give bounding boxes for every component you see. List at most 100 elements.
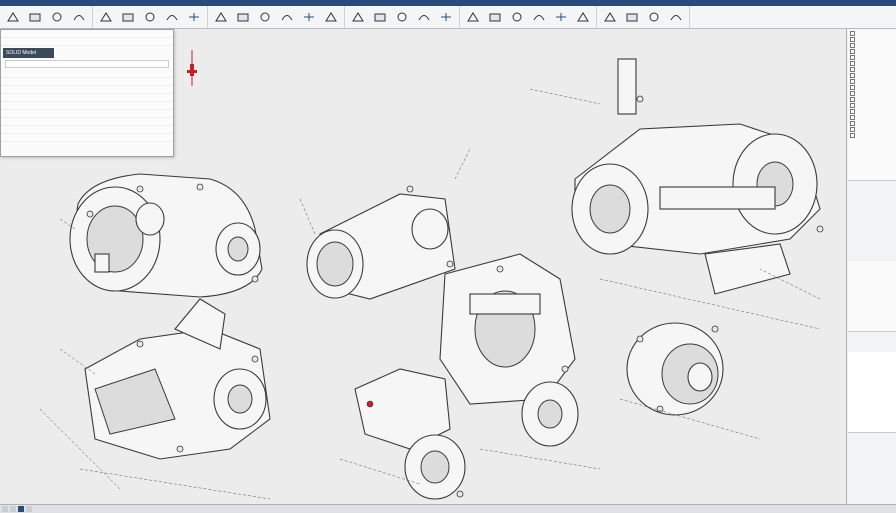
feature-list	[848, 30, 896, 181]
panel-input[interactable]	[5, 60, 169, 68]
export-button[interactable]	[643, 6, 665, 28]
revolve-button[interactable]	[46, 6, 68, 28]
assembly-icon	[352, 12, 364, 22]
explode-button[interactable]	[391, 6, 413, 28]
annotation-button[interactable]	[506, 6, 528, 28]
shell-button[interactable]	[139, 6, 161, 28]
mirror-button[interactable]	[183, 6, 205, 28]
toolbar-group	[345, 6, 460, 28]
panel-row[interactable]	[1, 102, 173, 110]
render-icon	[533, 15, 545, 21]
draft-button[interactable]	[254, 6, 276, 28]
zoom-button[interactable]	[572, 6, 594, 28]
shell-icon	[145, 12, 155, 22]
pattern-button[interactable]	[161, 6, 183, 28]
explode-icon	[397, 12, 407, 22]
view-icon	[556, 13, 566, 21]
options-icon	[670, 15, 682, 21]
rib-icon	[237, 13, 249, 22]
feature-row[interactable]	[848, 132, 896, 138]
extrude-icon	[29, 13, 41, 22]
chamfer-button[interactable]	[117, 6, 139, 28]
annotation-icon	[512, 12, 522, 22]
drawing-button[interactable]	[462, 6, 484, 28]
axis-button[interactable]	[298, 6, 320, 28]
dimension-button[interactable]	[484, 6, 506, 28]
point-button[interactable]	[320, 6, 342, 28]
panel-row[interactable]	[1, 38, 173, 46]
panel-row[interactable]	[1, 118, 173, 126]
toolbar-group	[0, 6, 93, 28]
measure-button[interactable]	[435, 6, 457, 28]
dimension-icon	[489, 13, 501, 22]
panel-row[interactable]	[1, 126, 173, 134]
export-icon	[649, 12, 659, 22]
property-panel: SOLID Model	[0, 29, 174, 157]
motor-cylinder[interactable]	[306, 185, 456, 300]
gearbox-assembly-right[interactable]	[571, 58, 824, 295]
point-icon	[325, 12, 337, 22]
draft-icon	[260, 12, 270, 22]
measure-icon	[441, 13, 451, 21]
feature-tree-panel	[846, 29, 896, 504]
drag-handle-icon[interactable]	[187, 50, 197, 95]
sweep-button[interactable]	[68, 6, 90, 28]
layout-tab[interactable]	[26, 506, 32, 512]
simulation-button[interactable]	[621, 6, 643, 28]
notes-section	[848, 352, 896, 433]
plane-button[interactable]	[276, 6, 298, 28]
fillet-button[interactable]	[95, 6, 117, 28]
active-tab[interactable]	[18, 506, 24, 512]
center-frame[interactable]	[439, 253, 579, 447]
plane-icon	[281, 15, 293, 21]
flange-right[interactable]	[626, 322, 724, 416]
extrude-button[interactable]	[24, 6, 46, 28]
panel-row[interactable]	[1, 30, 173, 38]
axis-icon	[304, 13, 314, 21]
mounting-block-left[interactable]	[84, 298, 271, 460]
section-icon	[418, 15, 430, 21]
revolve-icon	[52, 12, 62, 22]
model-tab[interactable]	[2, 506, 8, 512]
hole-button[interactable]	[210, 6, 232, 28]
panel-row[interactable]	[1, 70, 173, 78]
chamfer-icon	[122, 13, 134, 22]
assembly-button[interactable]	[347, 6, 369, 28]
motion-icon	[604, 12, 616, 22]
motion-button[interactable]	[599, 6, 621, 28]
pattern-icon	[166, 15, 178, 21]
property-row[interactable]	[848, 279, 896, 285]
view-button[interactable]	[550, 6, 572, 28]
ribbon-toolbar	[0, 6, 896, 29]
bracket-and-gear[interactable]	[354, 368, 466, 500]
sketch-button[interactable]	[2, 6, 24, 28]
simulation-icon	[626, 13, 638, 22]
toolbar-group	[208, 6, 345, 28]
options-button[interactable]	[665, 6, 687, 28]
toolbar-group	[460, 6, 597, 28]
panel-header: SOLID Model	[3, 48, 54, 58]
panel-row[interactable]	[1, 78, 173, 86]
properties-section	[848, 261, 896, 332]
section-button[interactable]	[413, 6, 435, 28]
toolbar-group	[597, 6, 690, 28]
render-button[interactable]	[528, 6, 550, 28]
rib-button[interactable]	[232, 6, 254, 28]
toolbar-group	[93, 6, 208, 28]
panel-row[interactable]	[1, 110, 173, 118]
panel-row[interactable]	[1, 86, 173, 94]
sweep-icon	[73, 15, 85, 21]
notes-row[interactable]	[848, 358, 896, 364]
zoom-icon	[577, 12, 589, 22]
gear-housing-left[interactable]	[69, 173, 263, 298]
drawing-icon	[467, 12, 479, 22]
sheet-tab[interactable]	[10, 506, 16, 512]
mirror-icon	[189, 13, 199, 21]
fillet-icon	[100, 12, 112, 22]
panel-row[interactable]	[1, 94, 173, 102]
sketch-icon	[7, 12, 19, 22]
panel-row[interactable]	[1, 134, 173, 142]
mate-button[interactable]	[369, 6, 391, 28]
mate-icon	[374, 13, 386, 22]
hole-icon	[215, 12, 227, 22]
